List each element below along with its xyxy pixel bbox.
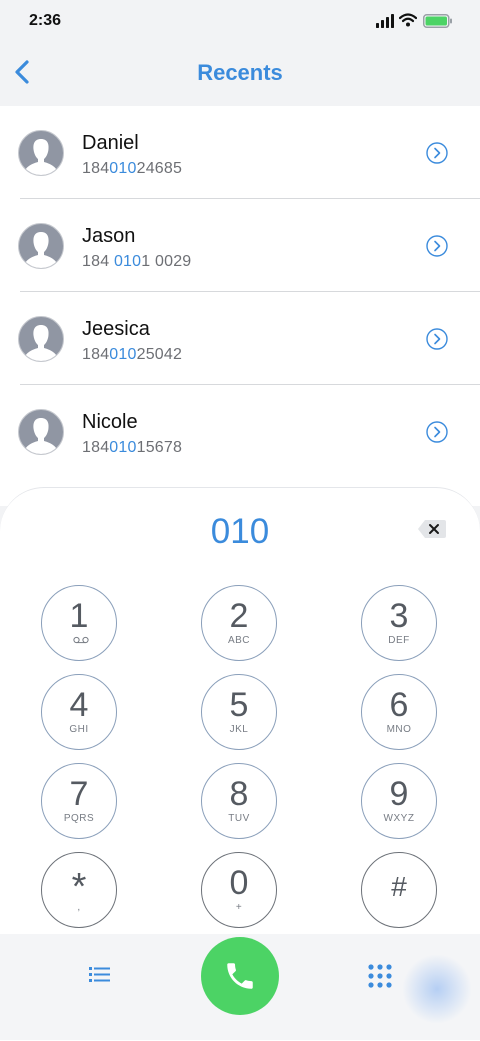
key-5[interactable]: 5 JKL — [201, 674, 277, 750]
list-item[interactable]: Jeesica 18401025042 — [0, 292, 480, 385]
key-letters: DEF — [388, 635, 410, 646]
number-match-highlight: 010 — [109, 160, 137, 177]
key-hash[interactable]: # — [361, 852, 437, 928]
list-icon — [89, 967, 110, 982]
chevron-right-circle-icon — [426, 235, 448, 257]
key-digit: 9 — [389, 775, 409, 813]
call-button[interactable] — [201, 937, 279, 1015]
wifi-icon — [399, 13, 417, 27]
voicemail-icon — [73, 636, 89, 644]
decorative-glow — [402, 954, 472, 1024]
status-time: 2:36 — [29, 12, 62, 29]
navigation-header: Recents — [0, 44, 480, 106]
avatar — [18, 409, 64, 455]
key-star[interactable]: * , — [41, 852, 117, 928]
key-digit: 6 — [389, 686, 409, 724]
key-letters: , — [77, 902, 81, 913]
list-item[interactable]: Jason 184 0101 0029 — [0, 199, 480, 292]
contact-info-button[interactable] — [426, 235, 448, 257]
chevron-right-circle-icon — [426, 421, 448, 443]
list-item[interactable]: Nicole 18401015678 — [0, 385, 480, 478]
key-digit: 7 — [69, 775, 89, 813]
contact-name: Jason — [82, 225, 136, 247]
recents-list-button[interactable] — [86, 962, 114, 988]
number-match-highlight: 010 — [113, 253, 142, 270]
key-digit: 2 — [229, 597, 249, 635]
key-0[interactable]: 0 + — [201, 852, 277, 928]
contact-number: 18401024685 — [82, 160, 183, 177]
contact-name: Nicole — [82, 411, 138, 433]
key-letters: JKL — [229, 724, 249, 735]
key-3[interactable]: 3 DEF — [361, 585, 437, 661]
person-icon — [23, 139, 59, 175]
bottom-action-bar — [0, 934, 480, 1040]
key-4[interactable]: 4 GHI — [41, 674, 117, 750]
page-title: Recents — [197, 60, 283, 85]
chevron-right-circle-icon — [426, 142, 448, 164]
person-icon — [23, 418, 59, 454]
contact-info-button[interactable] — [426, 142, 448, 164]
number-match-highlight: 010 — [109, 439, 137, 456]
keypad-grid-icon — [368, 964, 392, 988]
key-1[interactable]: 1 — [41, 585, 117, 661]
phone-icon — [227, 963, 253, 989]
keypad-toggle-button[interactable] — [366, 962, 394, 990]
contact-name: Jeesica — [82, 318, 150, 340]
key-digit: 8 — [229, 775, 249, 813]
contact-number: 18401025042 — [82, 346, 183, 363]
dialed-number-display: 010 — [210, 512, 270, 551]
key-8[interactable]: 8 TUV — [201, 763, 277, 839]
backspace-icon — [418, 520, 446, 538]
person-icon — [23, 325, 59, 361]
contact-name: Daniel — [82, 132, 139, 154]
avatar — [18, 223, 64, 269]
key-letters: MNO — [386, 724, 412, 735]
recents-list: Daniel 18401024685 Jason 184 0101 0029 J… — [0, 106, 480, 506]
person-icon — [23, 232, 59, 268]
chevron-right-circle-icon — [426, 328, 448, 350]
number-match-highlight: 010 — [109, 346, 137, 363]
key-6[interactable]: 6 MNO — [361, 674, 437, 750]
key-2[interactable]: 2 ABC — [201, 585, 277, 661]
key-letters: PQRS — [63, 813, 95, 824]
key-digit: 4 — [69, 686, 89, 724]
key-digit: 5 — [229, 686, 249, 724]
contact-info-button[interactable] — [426, 421, 448, 443]
contact-number: 18401015678 — [82, 439, 183, 456]
key-9[interactable]: 9 WXYZ — [361, 763, 437, 839]
key-letters: + — [235, 902, 243, 913]
key-digit: # — [391, 871, 407, 902]
contact-info-button[interactable] — [426, 328, 448, 350]
key-letters: WXYZ — [383, 813, 415, 824]
key-digit: * — [71, 866, 87, 908]
contact-number: 184 0101 0029 — [82, 253, 192, 270]
key-digit: 1 — [69, 597, 89, 635]
key-letters: GHI — [69, 724, 89, 735]
list-item[interactable]: Daniel 18401024685 — [0, 106, 480, 199]
key-7[interactable]: 7 PQRS — [41, 763, 117, 839]
battery-icon — [423, 14, 452, 28]
status-bar: 2:36 — [0, 0, 480, 44]
delete-button[interactable] — [417, 519, 447, 539]
avatar — [18, 316, 64, 362]
signal-icon — [376, 14, 394, 28]
key-digit: 3 — [389, 597, 409, 635]
key-letters: TUV — [228, 813, 250, 824]
key-digit: 0 — [229, 864, 249, 902]
key-letters: ABC — [227, 635, 251, 646]
avatar — [18, 130, 64, 176]
